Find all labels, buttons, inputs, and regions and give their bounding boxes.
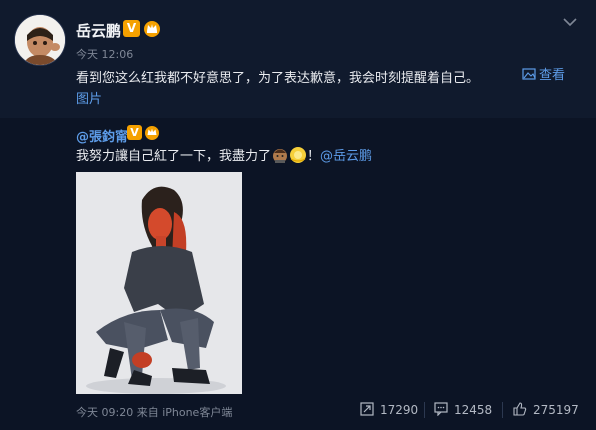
emoji-icon xyxy=(273,149,288,163)
post-card: 岳云鹏 V 今天 12:06 看到您这么红我都不好意思了，为了表达歉意，我会时刻… xyxy=(0,0,596,118)
repost-text-main: 我努力讓自己紅了一下，我盡力了 xyxy=(76,149,272,164)
repost-time-source[interactable]: 今天 09:20 来自 iPhone客户端 xyxy=(76,404,232,420)
view-link-text[interactable]: 查看 xyxy=(539,68,565,83)
post-text: 看到您这么红我都不好意思了，为了表达歉意，我会时刻提醒着自己。 xyxy=(76,71,480,86)
original-author[interactable]: @張鈞甯 xyxy=(76,126,128,145)
stat-divider xyxy=(502,402,503,418)
comment-count: 12458 xyxy=(454,403,493,417)
comment-icon xyxy=(434,402,448,417)
stat-divider xyxy=(424,402,425,418)
view-image-link[interactable]: 查看 xyxy=(522,66,565,86)
repost-icon xyxy=(360,402,374,416)
view-image-link-continued[interactable]: 图片 xyxy=(76,90,102,110)
crown-icon xyxy=(144,21,160,37)
repost-text-after: ！ xyxy=(307,149,321,164)
post-time[interactable]: 今天 12:06 xyxy=(76,46,133,62)
emoji-icon xyxy=(290,147,307,163)
crown-icon xyxy=(145,126,159,140)
verified-icon: V xyxy=(123,20,140,37)
post-photo[interactable] xyxy=(76,172,242,394)
mention-link[interactable]: @岳云鹏 xyxy=(320,149,372,164)
verified-icon: V xyxy=(127,125,142,140)
comment-button[interactable]: 12458 xyxy=(434,402,492,418)
avatar[interactable] xyxy=(14,14,66,66)
repost-count: 17290 xyxy=(380,403,419,417)
like-icon xyxy=(513,402,527,416)
like-button[interactable]: 275197 xyxy=(513,402,579,418)
author-name[interactable]: 岳云鹏 xyxy=(76,20,121,41)
chevron-down-icon[interactable] xyxy=(562,16,578,28)
like-count: 275197 xyxy=(533,403,579,417)
repost-text: 我努力讓自己紅了一下，我盡力了 ！@岳云鹏 xyxy=(76,146,372,167)
repost-button[interactable]: 17290 xyxy=(360,402,418,418)
image-icon xyxy=(522,68,536,80)
